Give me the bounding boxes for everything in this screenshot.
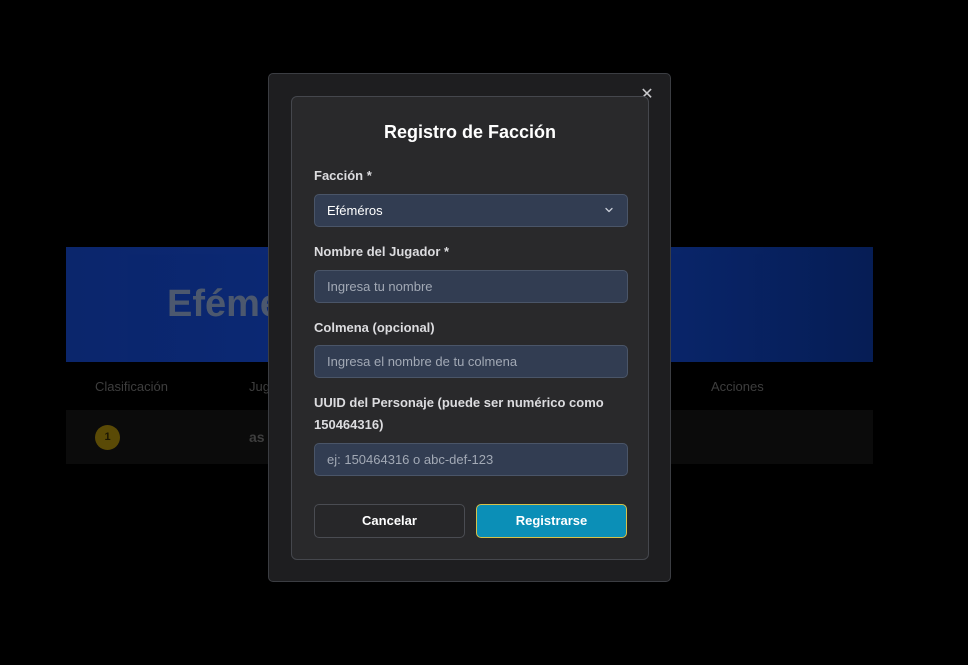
player-name-input[interactable]: Ingresa tu nombre [314, 270, 628, 303]
column-header-ranking: Clasificación [95, 379, 168, 394]
player-name-label: Nombre del Jugador * [314, 244, 450, 259]
faction-selected-value: Eféméros [327, 203, 383, 218]
faction-label: Facción * [314, 168, 372, 183]
uuid-label-line-2: 150464316) [314, 417, 384, 432]
column-header-actions: Acciones [711, 379, 764, 394]
modal-title: Registro de Facción [383, 122, 557, 142]
uuid-label: UUID del Personaje (puede ser numérico c… [314, 392, 604, 436]
register-button[interactable]: Registrarse [476, 504, 627, 538]
registration-form: Registro de Facción Facción * Eféméros N… [291, 96, 649, 560]
uuid-input[interactable]: ej: 150464316 o abc-def-123 [314, 443, 628, 476]
faction-select[interactable]: Eféméros [314, 194, 628, 227]
column-header-player: Jug [249, 379, 270, 394]
hive-input[interactable]: Ingresa el nombre de tu colmena [314, 345, 628, 378]
uuid-label-line-1: UUID del Personaje (puede ser numérico c… [314, 395, 604, 410]
banner-title: Eféme [167, 283, 282, 325]
row-player-name: as [249, 429, 265, 445]
registration-modal: ✕ Registro de Facción Facción * Eféméros… [268, 73, 671, 582]
hive-label: Colmena (opcional) [314, 320, 435, 335]
chevron-down-icon [605, 207, 613, 213]
cancel-button[interactable]: Cancelar [314, 504, 465, 538]
rank-badge: 1 [95, 425, 120, 450]
